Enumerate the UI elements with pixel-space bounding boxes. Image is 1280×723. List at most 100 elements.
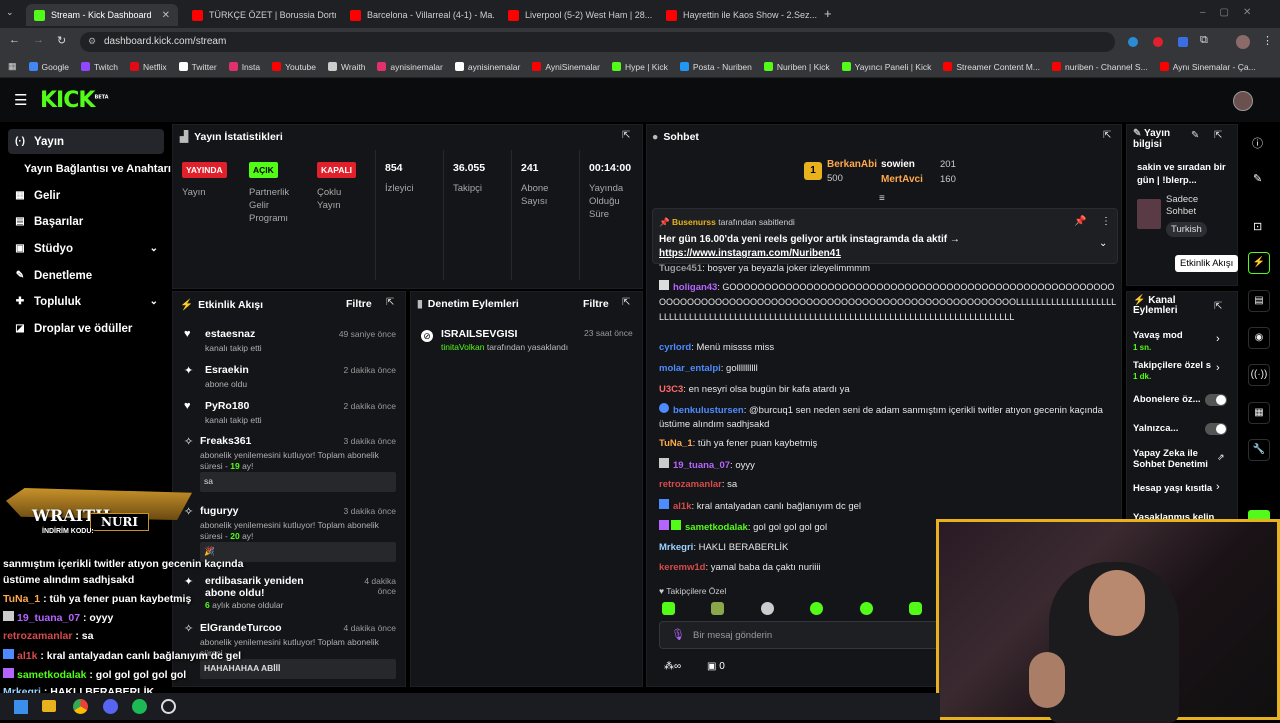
chat-username[interactable]: U3C3 [659, 384, 683, 395]
broadcast-button[interactable]: ((·)) [1248, 364, 1270, 386]
chat-username[interactable]: 19_tuana_07 [673, 460, 730, 471]
menu-icon[interactable]: ⋮ [1262, 34, 1273, 47]
layout-button[interactable]: ▦ [1248, 402, 1270, 424]
expand-icon[interactable]: ⇱ [622, 130, 630, 141]
emote-icon[interactable] [908, 602, 922, 615]
back-icon[interactable]: ← [9, 34, 20, 46]
site-info-icon[interactable]: ⚙ [88, 36, 96, 47]
bookmark-item[interactable]: Posta - Nuriben [679, 62, 752, 72]
bookmark-item[interactable]: Nuriben | Kick [763, 62, 830, 72]
top-gifter-name[interactable]: sowien [881, 159, 915, 170]
sidebar-item-topluluk[interactable]: ✚ Topluluk ⌄ [8, 289, 164, 314]
hamburger-icon[interactable]: ☰ [14, 91, 27, 109]
tools-button[interactable]: 🔧 [1248, 439, 1270, 461]
chat-username[interactable]: benkulustursen [673, 405, 744, 416]
chat-username[interactable]: sametkodalak [685, 522, 748, 533]
info-icon[interactable]: ⓘ [1252, 135, 1263, 151]
chat-username[interactable]: holigan43 [673, 282, 717, 293]
bookmark-item[interactable]: Aynı Sinemalar - Ça... [1159, 62, 1256, 72]
capture-icon[interactable]: ⊡ [1253, 220, 1262, 233]
filter-button[interactable]: Filtre [583, 298, 609, 310]
filter-button[interactable]: Filtre [346, 298, 372, 310]
windows-start-icon[interactable] [14, 700, 28, 714]
bookmark-item[interactable]: AyniSinemalar [532, 62, 600, 72]
window-controls[interactable]: –▢✕ [1200, 7, 1265, 18]
chevron-right-icon[interactable]: › [1216, 481, 1220, 493]
tab-search-icon[interactable]: ⌄ [6, 7, 14, 18]
expand-icon[interactable]: ⇱ [1103, 130, 1111, 141]
bookmark-item[interactable]: Insta [228, 62, 260, 72]
pencil-icon[interactable]: ✎ [1253, 172, 1262, 185]
bookmark-item[interactable]: Wraith [328, 62, 365, 72]
discord-icon[interactable] [103, 699, 118, 714]
unpin-icon[interactable]: 📌 [1074, 216, 1086, 227]
chat-username[interactable]: keremw1d [659, 562, 705, 573]
community-icon[interactable]: ⁂∞ [664, 661, 681, 672]
obs-icon[interactable] [161, 699, 176, 714]
forward-icon[interactable]: → [33, 34, 44, 46]
top-gifter-name[interactable]: BerkanAbi [827, 159, 877, 170]
tab-1[interactable]: TÜRKÇE ÖZET | Borussia Dortm...✕ [184, 4, 336, 26]
more-icon[interactable]: ⋮ [1101, 216, 1111, 227]
bookmark-item[interactable]: Netflix [130, 62, 167, 72]
edit-icon[interactable]: ✎ [1191, 130, 1199, 141]
banned-user[interactable]: ISRAILSEVGISI [441, 328, 517, 340]
chat-button[interactable]: ◉ [1248, 327, 1270, 349]
emote-icon[interactable] [711, 602, 725, 615]
mic-icon[interactable]: 🎙 [671, 628, 685, 641]
bookmark-item[interactable]: Streamer Content M... [943, 62, 1040, 72]
close-icon[interactable]: ✕ [162, 10, 170, 21]
chat-username[interactable]: Mrkegri [659, 542, 693, 553]
chevron-down-icon[interactable]: ⌄ [1099, 238, 1107, 249]
emote-icon[interactable] [810, 602, 824, 615]
chat-username[interactable]: al1k [673, 501, 692, 512]
activity-feed-button[interactable]: ⚡ [1248, 252, 1270, 274]
sidebar-item-yayin[interactable]: (·) Yayın [8, 129, 164, 154]
emote-icon[interactable] [760, 602, 774, 615]
tab-3[interactable]: Liverpool (5-2) West Ham | 28...✕ [500, 4, 652, 26]
expand-icon[interactable]: ⇱ [386, 297, 394, 308]
profile-avatar[interactable] [1236, 35, 1250, 49]
bookmark-item[interactable]: Youtube [272, 62, 316, 72]
chat-username[interactable]: TuNa_1 [659, 438, 693, 449]
bookmark-item[interactable]: Yayıncı Paneli | Kick [841, 62, 931, 72]
expand-icon[interactable]: ⇱ [1214, 301, 1222, 312]
bookmark-item[interactable]: Hype | Kick [611, 62, 668, 72]
chevron-right-icon[interactable]: › [1216, 362, 1220, 374]
kick-logo[interactable]: KICKBETA [40, 88, 109, 113]
reload-icon[interactable]: ↻ [57, 34, 66, 47]
sidebar-item-denetleme[interactable]: ✎ Denetleme [8, 263, 164, 288]
chat-username[interactable]: retrozamanlar [659, 479, 722, 490]
puzzle-icon[interactable]: ⧉ [1200, 34, 1208, 47]
chevron-right-icon[interactable]: › [1216, 333, 1220, 345]
expand-icon[interactable]: ⇱ [1214, 130, 1222, 141]
sidebar-item-basarilar[interactable]: ▤ Başarılar [8, 209, 164, 234]
bookmark-item[interactable]: aynisinemalar [454, 62, 520, 72]
spotify-icon[interactable] [132, 699, 147, 714]
chat-username[interactable]: Tugce451 [659, 263, 702, 274]
tab-2[interactable]: Barcelona - Villarreal (4-1) - Ma...✕ [342, 4, 494, 26]
bookmark-item[interactable]: Twitch [80, 62, 118, 72]
chat-username[interactable]: molar_entalpi [659, 363, 721, 374]
bookmark-item[interactable]: aynisinemalar [377, 62, 443, 72]
extension-icon[interactable] [1178, 37, 1188, 47]
bookmark-item[interactable]: Twitter [178, 62, 217, 72]
top-gifter-name[interactable]: MertAvci [881, 174, 923, 185]
extension-icon[interactable] [1153, 37, 1163, 47]
extension-icon[interactable] [1128, 37, 1138, 47]
expand-icon[interactable]: ⇱ [622, 297, 630, 308]
sidebar-item-droplar[interactable]: ◪ Droplar ve ödüller [8, 316, 164, 341]
sidebar-item-gelir[interactable]: ▦ Gelir [8, 183, 164, 208]
chrome-icon[interactable] [73, 699, 88, 714]
emote-icon[interactable] [859, 602, 873, 615]
emote-icon[interactable] [662, 602, 675, 615]
emote-only-toggle[interactable] [1205, 423, 1227, 435]
tab-0[interactable]: Stream - Kick Dashboard ✕ [26, 4, 178, 26]
external-link-icon[interactable]: ⇗ [1217, 452, 1225, 463]
new-tab-button[interactable]: + [824, 6, 832, 21]
folder-icon[interactable] [42, 700, 56, 712]
bookmark-item[interactable]: nuriben - Channel S... [1051, 62, 1148, 72]
subscribers-toggle[interactable] [1205, 394, 1227, 406]
user-avatar[interactable] [1233, 91, 1253, 111]
chat-username[interactable]: cyrlord [659, 342, 691, 353]
